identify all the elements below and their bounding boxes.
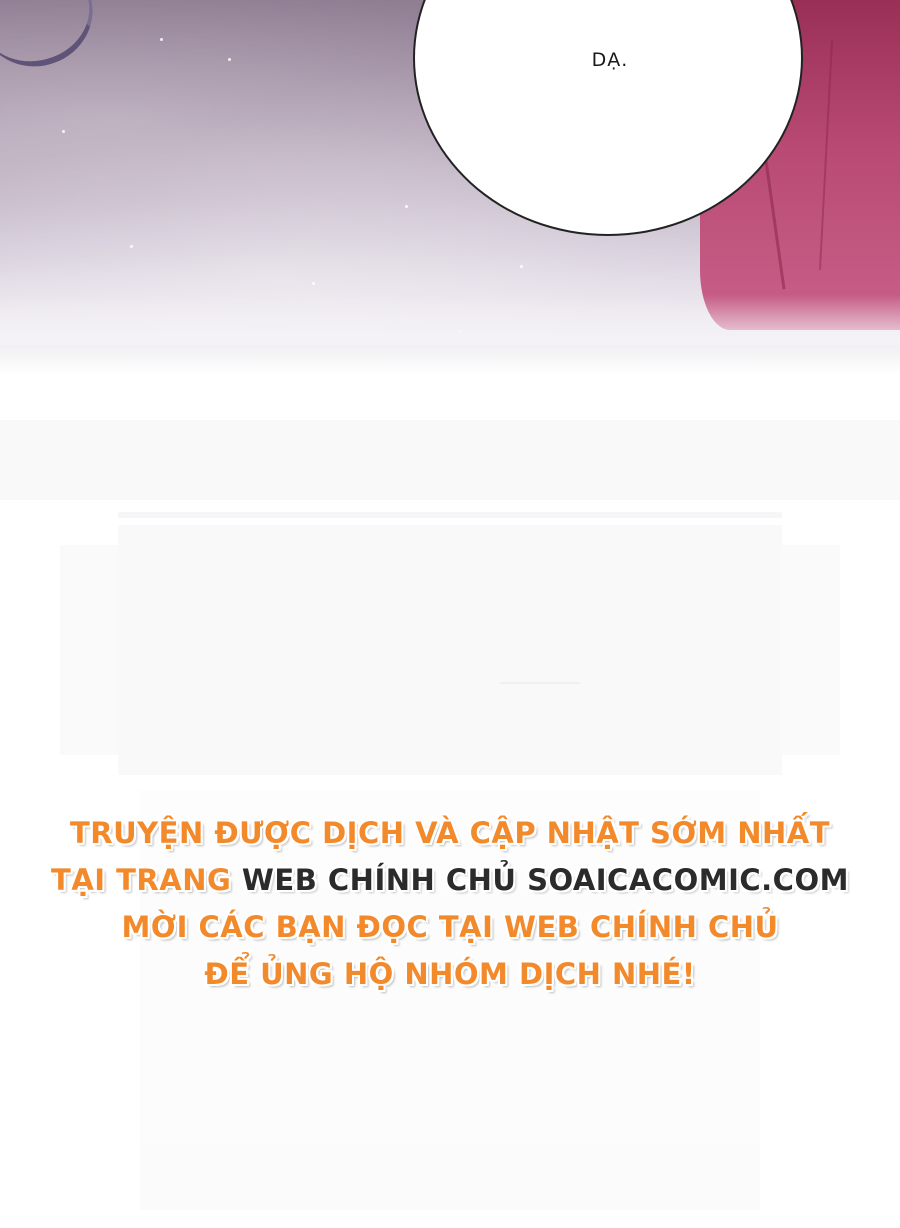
promo-line-4: ĐỂ ỦNG HỘ NHÓM DỊCH NHÉ! xyxy=(204,957,696,991)
panel-divider xyxy=(0,345,900,375)
faded-preview-box xyxy=(118,525,782,775)
speech-bubble-text: DẠ. xyxy=(591,49,629,71)
faded-rule xyxy=(118,512,782,518)
promo-line-1: TRUYỆN ĐƯỢC DỊCH VÀ CẬP NHẬT SỚM NHẤT xyxy=(70,816,830,850)
faded-rule xyxy=(500,682,580,684)
sparkle xyxy=(312,282,315,285)
promo-notice: TRUYỆN ĐƯỢC DỊCH VÀ CẬP NHẬT SỚM NHẤT TẠ… xyxy=(0,810,900,998)
sparkle xyxy=(62,130,65,133)
sparkle xyxy=(405,205,408,208)
sparkle xyxy=(160,38,163,41)
promo-line-3: MỜI CÁC BẠN ĐỌC TẠI WEB CHÍNH CHỦ xyxy=(121,910,779,944)
sparkle xyxy=(130,245,133,248)
faded-watermark-title xyxy=(0,447,900,491)
promo-line-2: TẠI TRANG WEB CHÍNH CHỦ SOAICACOMIC.COM xyxy=(0,857,900,904)
faded-side-panel xyxy=(60,545,118,755)
sparkle xyxy=(228,58,231,61)
panel-fade xyxy=(0,295,900,345)
promo-site-name: WEB CHÍNH CHỦ SOAICACOMIC.COM xyxy=(241,863,849,897)
sparkle xyxy=(520,265,523,268)
promo-line-2-prefix: TẠI TRANG xyxy=(51,863,232,897)
faded-side-panel xyxy=(782,545,840,755)
